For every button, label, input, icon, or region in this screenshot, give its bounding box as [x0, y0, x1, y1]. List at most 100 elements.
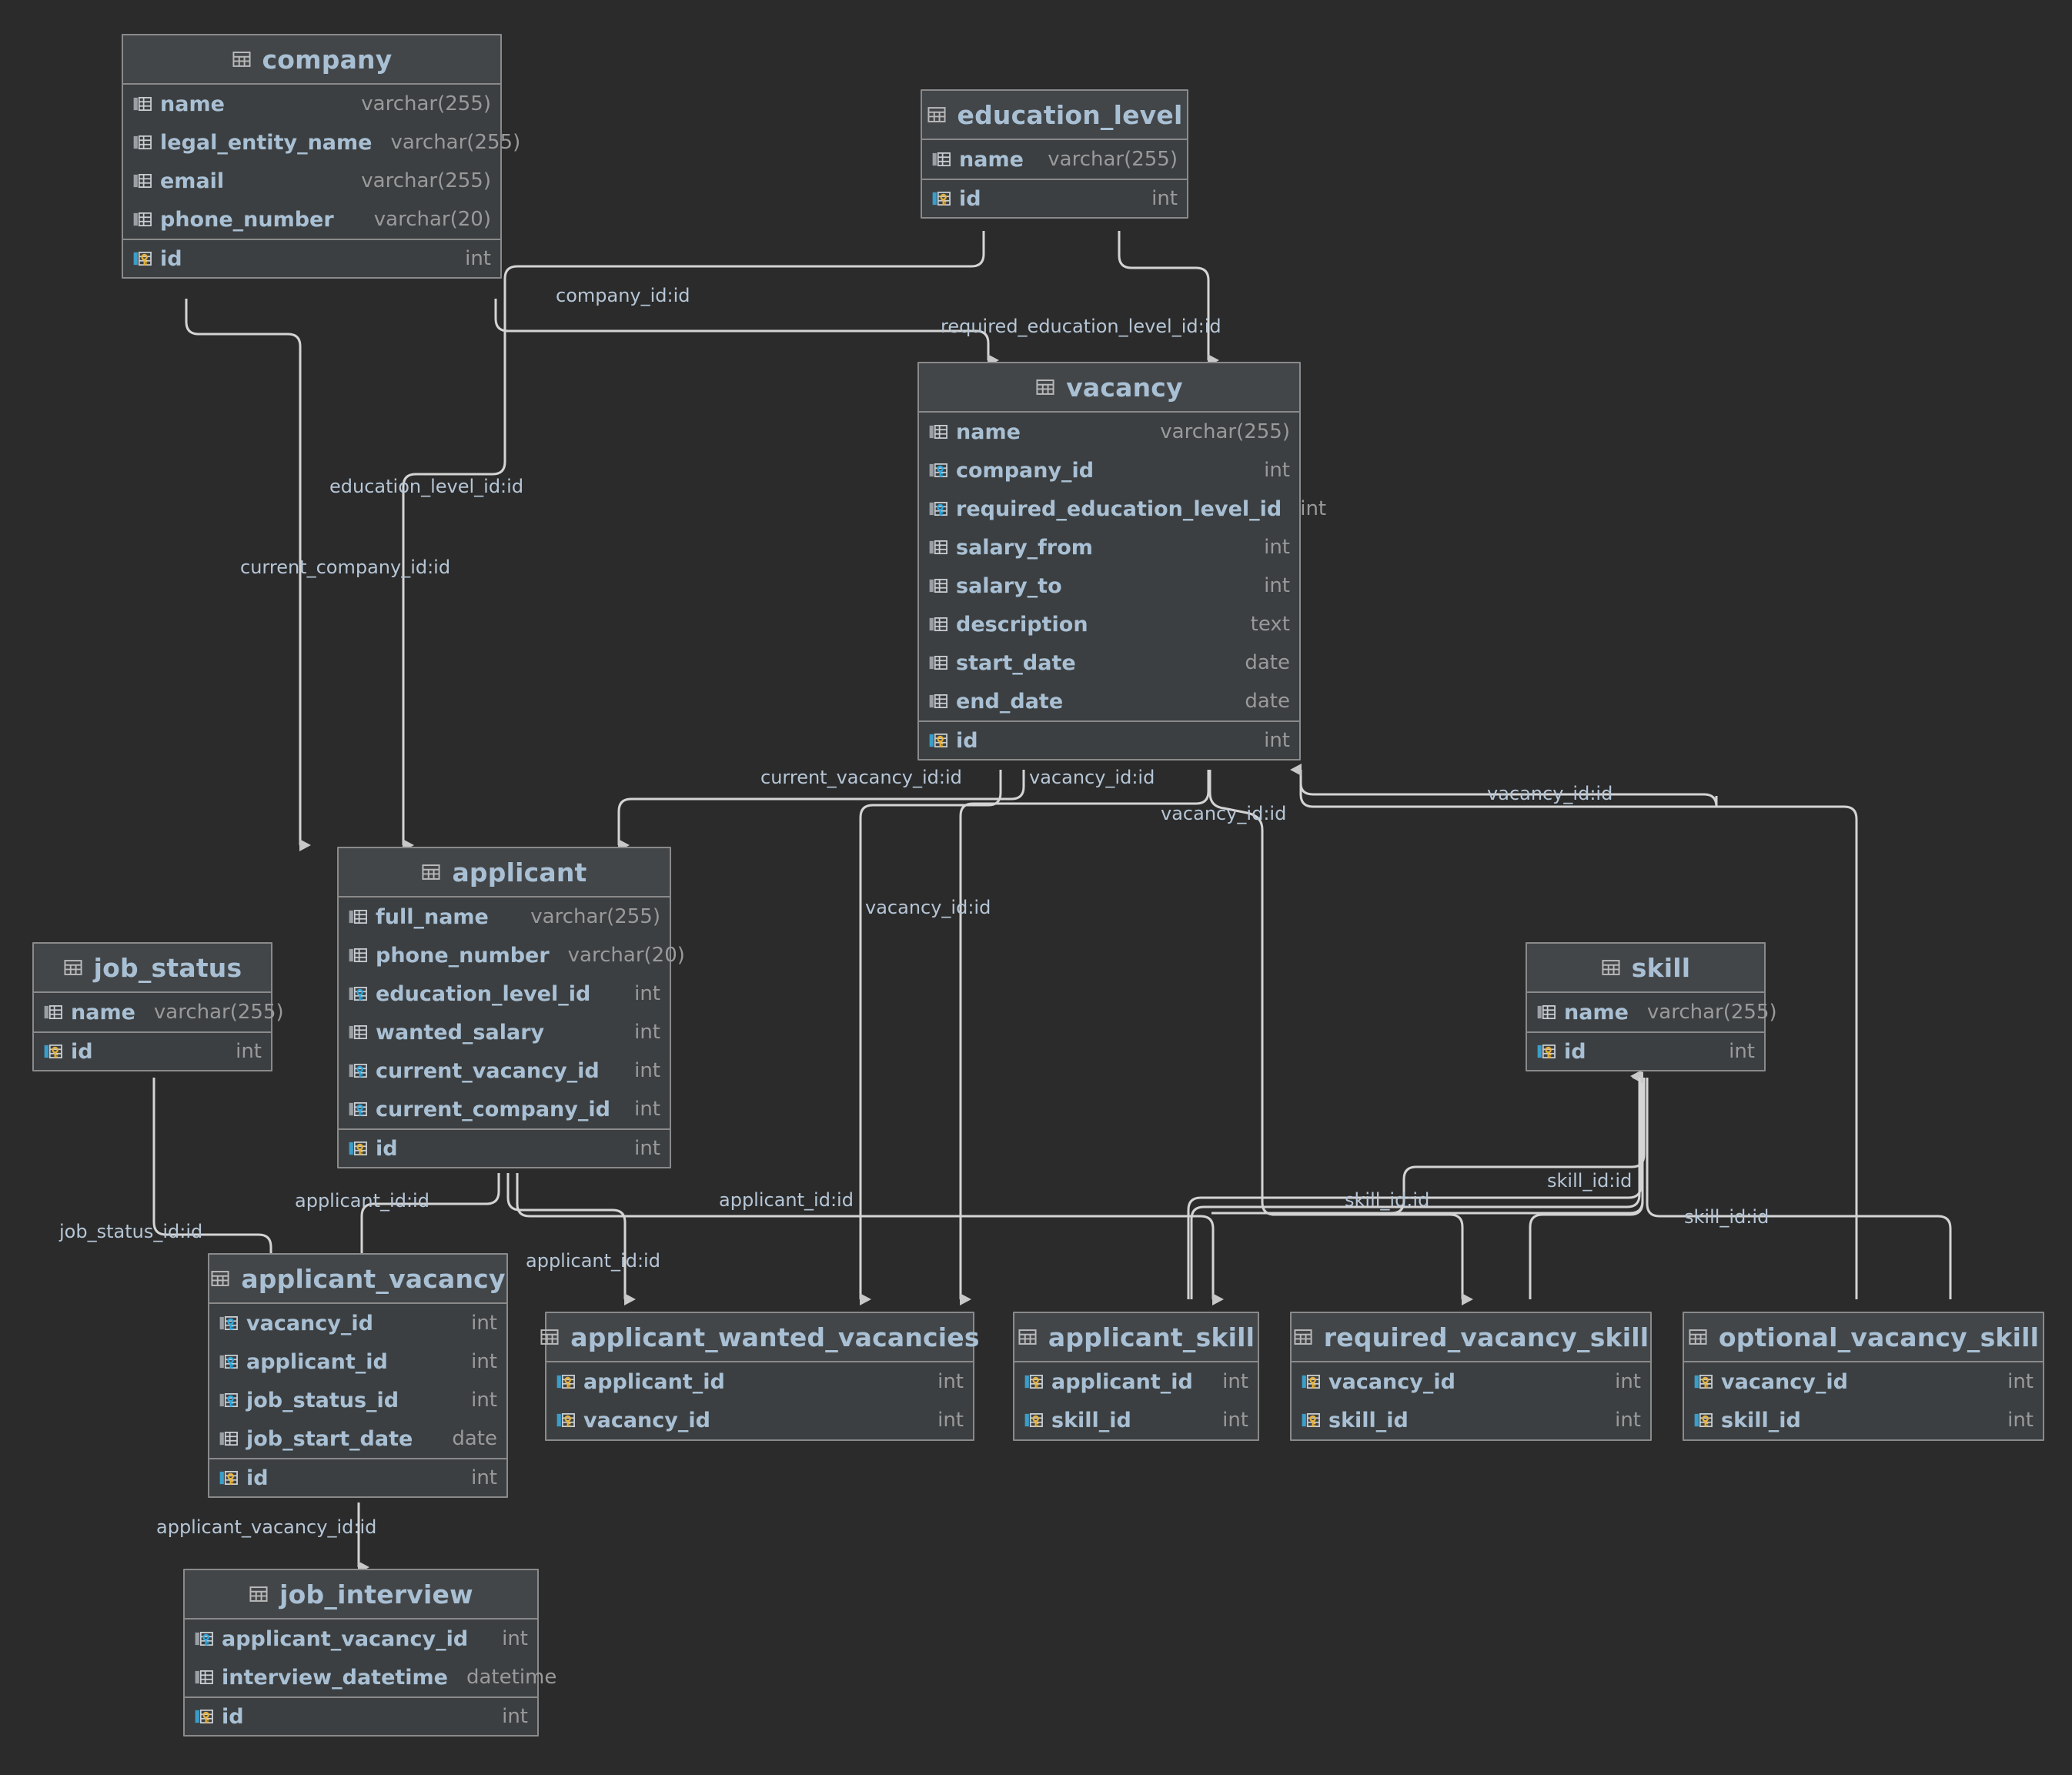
table-header-applicant[interactable]: applicant — [339, 848, 670, 898]
column-row[interactable]: skill_idint — [1684, 1401, 2043, 1439]
column-row[interactable]: applicant_idint — [209, 1342, 506, 1381]
table-header-job_status[interactable]: job_status — [34, 944, 271, 993]
column-row[interactable]: phone_numbervarchar(20) — [339, 936, 670, 974]
primary-key-icon — [194, 1706, 214, 1727]
column-row[interactable]: applicant_idint — [546, 1362, 973, 1401]
column-row[interactable]: namevarchar(255) — [34, 993, 271, 1031]
table-header-vacancy[interactable]: vacancy — [919, 363, 1299, 413]
column-row[interactable]: namevarchar(255) — [1527, 993, 1764, 1031]
table-skill[interactable]: skillnamevarchar(255)idint — [1526, 942, 1766, 1071]
table-title: company — [262, 45, 393, 75]
column-row[interactable]: interview_datetimedatetime — [185, 1658, 537, 1696]
column-type: date — [1234, 651, 1290, 674]
table-header-skill[interactable]: skill — [1527, 944, 1764, 993]
column-row[interactable]: current_company_idint — [339, 1090, 670, 1128]
primary-key-row[interactable]: idint — [919, 720, 1299, 759]
table-optional_vacancy_skill[interactable]: optional_vacancy_skillvacancy_idintskill… — [1683, 1312, 2044, 1441]
column-row[interactable]: phone_numbervarchar(20) — [123, 200, 500, 239]
column-row[interactable]: descriptiontext — [919, 605, 1299, 643]
primary-key-row[interactable]: idint — [185, 1696, 537, 1735]
column-type: int — [460, 1389, 497, 1412]
table-header-required_vacancy_skill[interactable]: required_vacancy_skill — [1292, 1313, 1650, 1362]
table-job_status[interactable]: job_statusnamevarchar(255)idint — [32, 942, 272, 1071]
table-applicant[interactable]: applicantfull_namevarchar(255)phone_numb… — [337, 847, 671, 1168]
table-vacancy[interactable]: vacancynamevarchar(255)company_idintrequ… — [917, 362, 1301, 760]
column-row[interactable]: company_idint — [919, 451, 1299, 490]
column-row[interactable]: job_status_idint — [209, 1381, 506, 1419]
column-name: applicant_vacancy_id — [222, 1627, 468, 1651]
column-row[interactable]: skill_idint — [1014, 1401, 1258, 1439]
column-row[interactable]: legal_entity_namevarchar(255) — [123, 123, 500, 162]
column-row[interactable]: vacancy_idint — [1684, 1362, 2043, 1401]
column-name: interview_datetime — [222, 1666, 448, 1690]
primary-key-row[interactable]: idint — [1527, 1031, 1764, 1070]
column-type: varchar(255) — [1149, 420, 1290, 443]
column-row[interactable]: vacancy_idint — [209, 1304, 506, 1342]
primary-key-row[interactable]: idint — [209, 1458, 506, 1496]
table-header-education_level[interactable]: education_level — [922, 91, 1187, 140]
table-header-optional_vacancy_skill[interactable]: optional_vacancy_skill — [1684, 1313, 2043, 1362]
column-type: int — [1141, 187, 1178, 210]
column-type: int — [623, 1137, 660, 1160]
column-row[interactable]: name varchar(255) — [919, 413, 1299, 451]
column-type: int — [1289, 497, 1326, 520]
column-row[interactable]: salary_toint — [919, 567, 1299, 605]
table-header-applicant_vacancy[interactable]: applicant_vacancy — [209, 1255, 506, 1304]
table-columns-optional_vacancy_skill: vacancy_idintskill_idint — [1684, 1362, 2043, 1439]
column-row[interactable]: skill_idint — [1292, 1401, 1650, 1439]
column-name: id — [246, 1466, 269, 1490]
column-row[interactable]: job_start_datedate — [209, 1419, 506, 1458]
table-header-applicant_skill[interactable]: applicant_skill — [1014, 1313, 1258, 1362]
column-row[interactable]: required_education_level_idint — [919, 490, 1299, 528]
column-row[interactable]: salary_fromint — [919, 528, 1299, 567]
column-icon — [931, 149, 951, 169]
table-applicant_skill[interactable]: applicant_skillapplicant_idintskill_idin… — [1013, 1312, 1259, 1441]
table-icon — [540, 1327, 560, 1347]
table-header-applicant_wanted_vacancies[interactable]: applicant_wanted_vacancies — [546, 1313, 973, 1362]
table-applicant_wanted_vacancies[interactable]: applicant_wanted_vacanciesapplicant_idin… — [545, 1312, 974, 1441]
foreign-key-icon — [219, 1390, 239, 1410]
column-row[interactable]: education_level_idint — [339, 974, 670, 1013]
table-required_vacancy_skill[interactable]: required_vacancy_skill vacancy_id int skill… — [1290, 1312, 1652, 1441]
column-row[interactable]: start_datedate — [919, 643, 1299, 682]
primary-key-row[interactable]: idint — [34, 1031, 271, 1070]
table-columns-job_interview: applicant_vacancy_idintinterview_datetim… — [185, 1620, 537, 1696]
table-icon — [1035, 377, 1055, 397]
table-icon — [421, 862, 441, 882]
column-row[interactable]: namevarchar(255) — [922, 140, 1187, 179]
table-education_level[interactable]: education_levelnamevarchar(255)idint — [921, 89, 1188, 219]
column-row[interactable]: emailvarchar(255) — [123, 162, 500, 200]
column-name: name — [956, 420, 1021, 444]
column-name: vacancy_id — [1328, 1370, 1455, 1394]
primary-key-row[interactable]: idint — [339, 1128, 670, 1167]
column-name: required_education_level_id — [956, 497, 1282, 521]
column-row[interactable]: vacancy_id int — [1292, 1362, 1650, 1401]
column-row[interactable]: wanted_salaryint — [339, 1013, 670, 1051]
column-type: int — [623, 1021, 660, 1044]
table-applicant_vacancy[interactable]: applicant_vacancyvacancy_idintapplicant_… — [208, 1253, 508, 1498]
column-icon — [132, 209, 152, 229]
column-row[interactable]: applicant_vacancy_idint — [185, 1620, 537, 1658]
column-row[interactable]: full_namevarchar(255) — [339, 898, 670, 936]
primary-key-row[interactable]: idint — [123, 239, 500, 277]
primary-key-row[interactable]: idint — [922, 179, 1187, 217]
column-name: description — [956, 613, 1088, 637]
column-row[interactable]: end_datedate — [919, 682, 1299, 720]
table-company[interactable]: company namevarchar(255)legal_entity_name… — [122, 34, 502, 279]
table-job_interview[interactable]: job_interviewapplicant_vacancy_idintinte… — [183, 1569, 539, 1737]
table-header-company[interactable]: company — [123, 35, 500, 85]
column-row[interactable]: vacancy_idint — [546, 1401, 973, 1439]
column-icon — [348, 907, 368, 927]
column-row[interactable]: namevarchar(255) — [123, 85, 500, 123]
table-title: applicant — [452, 857, 587, 888]
primary-key-icon — [219, 1468, 239, 1488]
column-type: int — [1997, 1370, 2034, 1393]
table-header-job_interview[interactable]: job_interview — [185, 1570, 537, 1620]
column-name: job_start_date — [246, 1427, 413, 1451]
column-row[interactable]: applicant_idint — [1014, 1362, 1258, 1401]
column-row[interactable]: current_vacancy_idint — [339, 1051, 670, 1090]
primary-key-icon — [43, 1041, 63, 1061]
column-type: int — [1604, 1370, 1641, 1393]
column-name: phone_number — [376, 944, 550, 968]
column-name: id — [222, 1705, 244, 1729]
